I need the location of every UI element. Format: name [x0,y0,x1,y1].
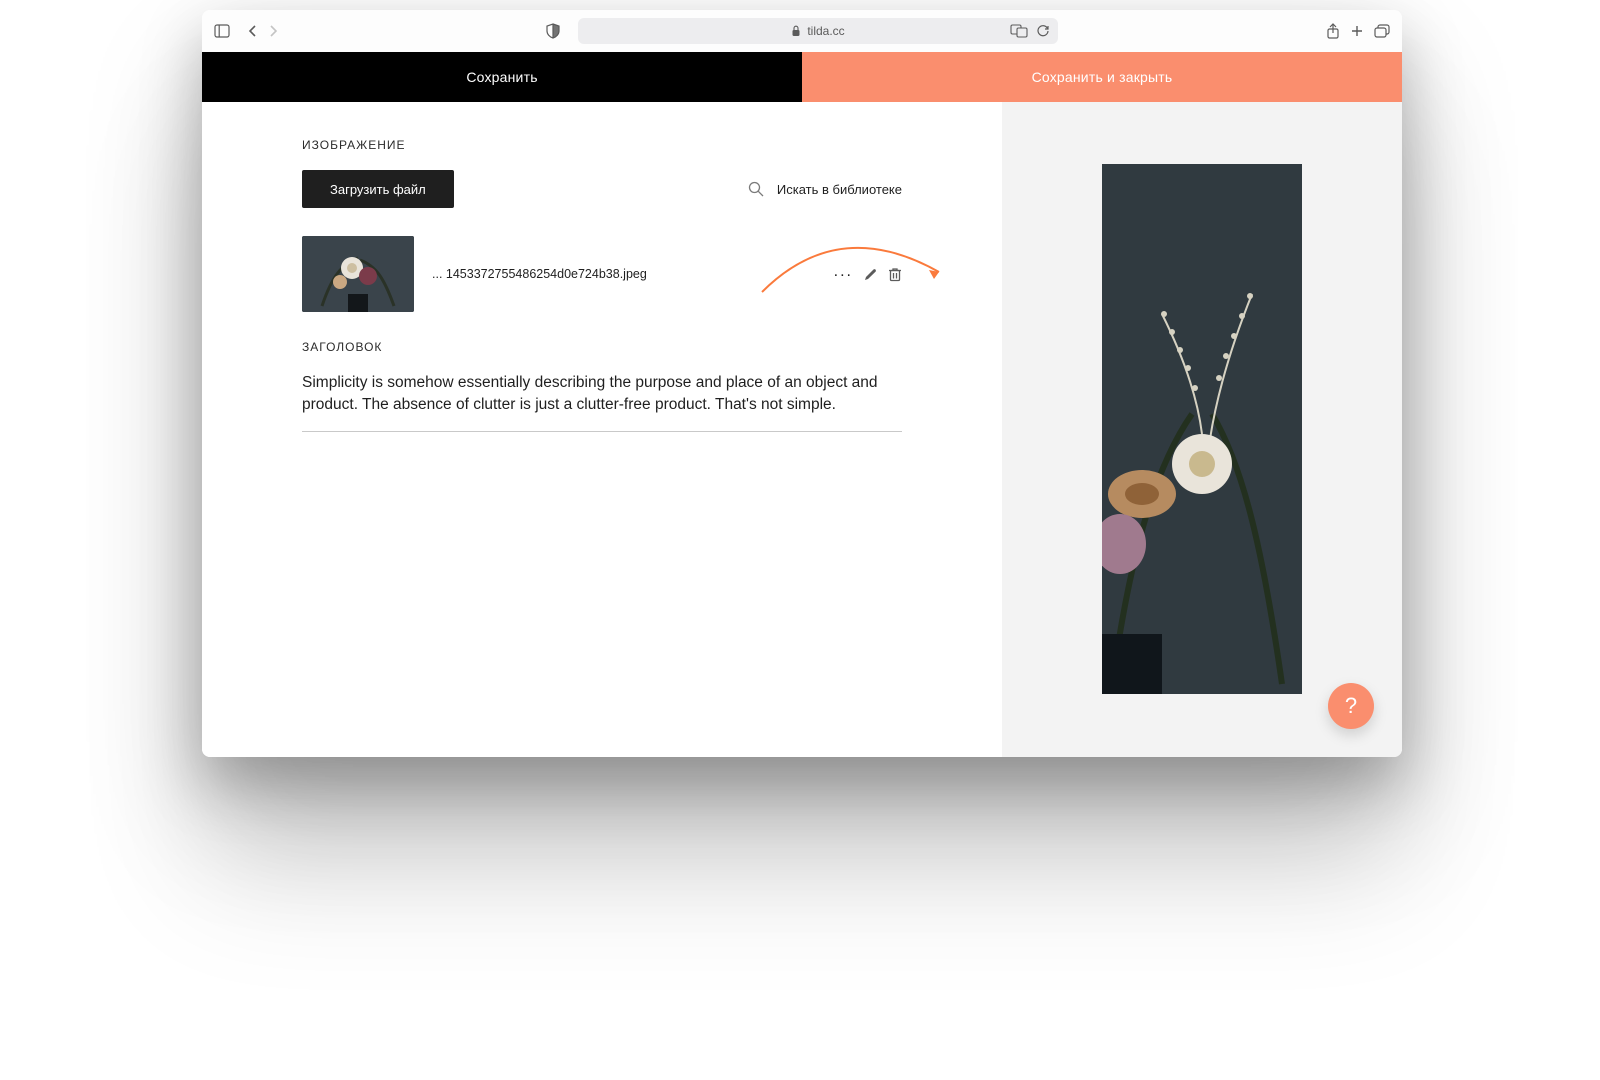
delete-icon[interactable] [888,267,902,282]
browser-chrome: tilda.cc [202,10,1402,52]
edit-icon[interactable] [863,267,878,282]
browser-window: tilda.cc [202,10,1402,757]
lock-icon [791,25,801,37]
reader-translate-icon[interactable] [1010,24,1028,38]
help-button[interactable]: ? [1328,683,1374,729]
nav-back-icon[interactable] [248,24,258,38]
new-tab-icon[interactable] [1350,24,1364,38]
title-input[interactable] [302,372,902,432]
privacy-shield-icon[interactable] [546,23,560,39]
preview-image [1102,164,1302,694]
search-in-library-label: Искать в библиотеке [777,182,902,197]
reload-icon[interactable] [1036,24,1050,38]
address-bar[interactable]: tilda.cc [578,18,1058,44]
nav-forward-icon[interactable] [268,24,278,38]
upload-file-button[interactable]: Загрузить файл [302,170,454,208]
file-more-icon[interactable]: ... [834,263,853,285]
uploaded-file-name: ... 1453372755486254d0e724b38.jpeg [432,267,647,281]
share-icon[interactable] [1326,23,1340,39]
preview-art [1102,164,1302,694]
search-icon [747,180,765,198]
search-in-library-link[interactable]: Искать в библиотеке [747,180,902,198]
address-bar-host: tilda.cc [807,24,844,38]
editor-topbar: Сохранить Сохранить и закрыть [202,52,1402,102]
editor-panel: ИЗОБРАЖЕНИЕ Загрузить файл Искать в библ… [202,102,1002,757]
save-button[interactable]: Сохранить [202,52,802,102]
thumbnail-art [302,236,414,312]
save-close-button[interactable]: Сохранить и закрыть [802,52,1402,102]
image-thumbnail[interactable] [302,236,414,312]
uploaded-file-row: ... 1453372755486254d0e724b38.jpeg ... [302,236,902,312]
help-glyph: ? [1345,693,1357,719]
title-section-label: ЗАГОЛОВОК [302,340,902,354]
image-section-label: ИЗОБРАЖЕНИЕ [302,138,902,152]
tabs-overview-icon[interactable] [1374,24,1390,38]
sidebar-toggle-icon[interactable] [214,24,230,38]
preview-pane [1002,102,1402,757]
